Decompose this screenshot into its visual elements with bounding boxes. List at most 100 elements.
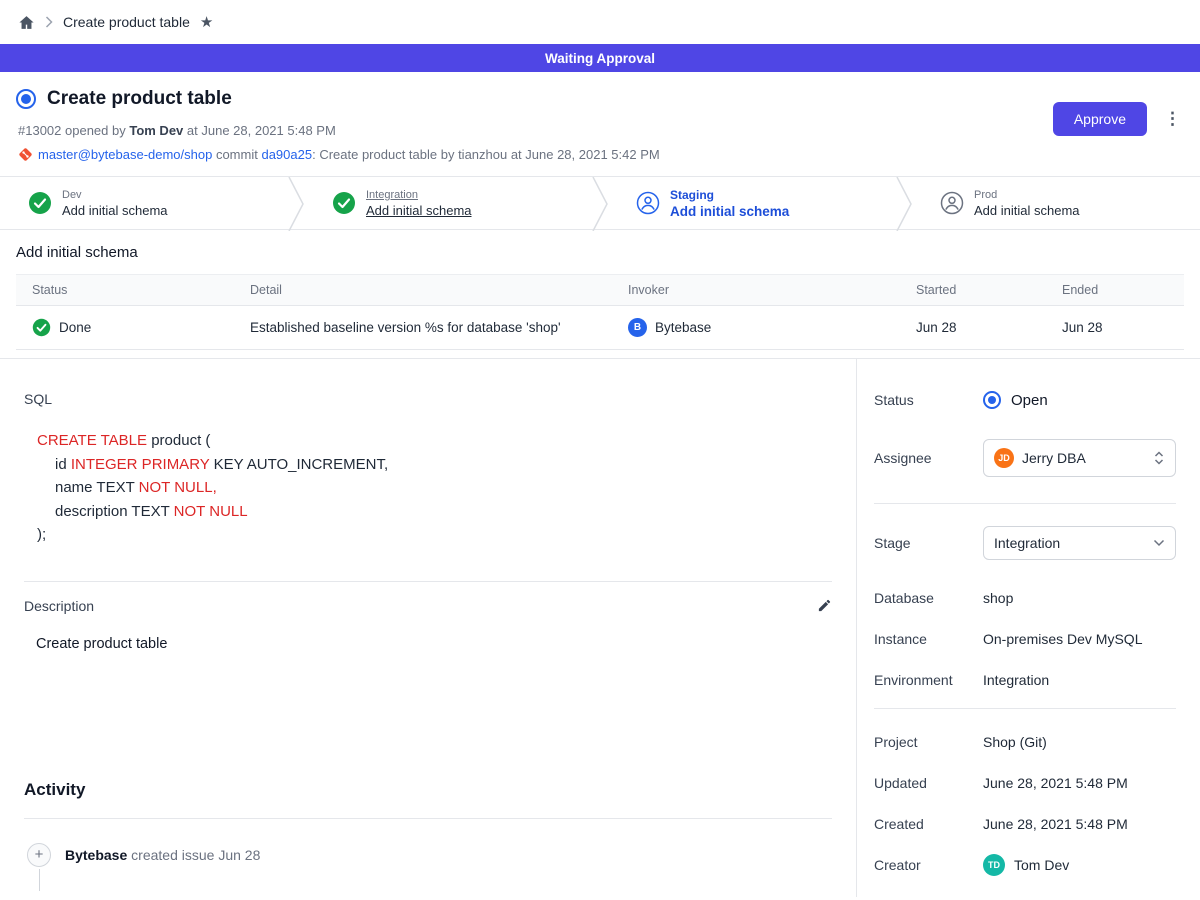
task-detail: Established baseline version %s for data… [234, 306, 612, 350]
issue-author: Tom Dev [129, 123, 183, 138]
project-label: Project [874, 734, 983, 750]
creator-avatar: TD [983, 854, 1005, 876]
description-text: Create product table [36, 636, 832, 652]
activity-timeline [39, 869, 40, 891]
activity-actor: Bytebase [65, 847, 127, 863]
breadcrumb-chevron-icon [45, 16, 53, 28]
status-open-icon [983, 391, 1001, 409]
issue-body: SQL CREATE TABLE product ( id INTEGER PR… [0, 358, 1200, 897]
updated-value: June 28, 2021 5:48 PM [983, 775, 1128, 791]
stage-separator-icon [896, 177, 912, 231]
assignee-avatar: JD [994, 448, 1014, 468]
activity-plus-icon: + [27, 843, 51, 867]
column-header-status: Status [16, 275, 234, 306]
divider [24, 818, 832, 819]
issue-datetime: June 28, 2021 5:48 PM [201, 123, 335, 138]
task-status: Done [59, 320, 91, 335]
issue-title: Create product table [47, 88, 232, 110]
breadcrumb: Create product table ★ [0, 0, 1200, 44]
instance-value: On-premises Dev MySQL [983, 631, 1142, 647]
updown-chevron-icon [1153, 450, 1165, 466]
task-started: Jun 28 [900, 306, 1046, 350]
issue-header: Create product table #13002 opened by To… [0, 72, 1200, 176]
issue-meta: #13002 opened by Tom Dev at June 28, 202… [18, 123, 660, 138]
assignee-select[interactable]: JD Jerry DBA [983, 439, 1176, 477]
stage-separator-icon [288, 177, 304, 231]
commit-hash-link[interactable]: da90a25 [261, 147, 312, 162]
task-row[interactable]: Done Established baseline version %s for… [16, 306, 1184, 350]
git-icon [18, 147, 33, 162]
person-circle-icon [940, 191, 964, 215]
stage-task-label: Add initial schema [974, 203, 1080, 218]
stage-env-label: Integration [366, 189, 472, 201]
created-value: June 28, 2021 5:48 PM [983, 816, 1128, 832]
invoker-avatar: B [628, 318, 647, 337]
sql-code-block: CREATE TABLE product ( id INTEGER PRIMAR… [37, 429, 832, 547]
status-value: Open [983, 391, 1048, 409]
pipeline-bar: DevAdd initial schema IntegrationAdd ini… [0, 176, 1200, 230]
task-section-title: Add initial schema [16, 244, 1184, 261]
divider [24, 581, 832, 582]
commit-branch-link[interactable]: master@bytebase-demo/shop [38, 147, 212, 162]
pipeline-stage-integration[interactable]: IntegrationAdd initial schema [304, 177, 592, 229]
home-icon[interactable] [18, 14, 35, 31]
edit-description-icon[interactable] [817, 598, 832, 613]
task-invoker: Bytebase [655, 320, 711, 335]
divider [874, 503, 1176, 504]
project-value: Shop (Git) [983, 734, 1047, 750]
database-value: shop [983, 590, 1013, 606]
stage-task-label: Add initial schema [670, 204, 789, 219]
column-header-detail: Detail [234, 275, 612, 306]
activity-heading: Activity [24, 780, 832, 800]
favorite-star-icon[interactable]: ★ [200, 15, 213, 30]
column-header-ended: Ended [1046, 275, 1184, 306]
approve-button[interactable]: Approve [1053, 102, 1147, 136]
approval-banner: Waiting Approval [0, 44, 1200, 72]
task-section: Add initial schema Status Detail Invoker… [0, 230, 1200, 350]
check-circle-icon [28, 191, 52, 215]
issue-header-left: Create product table #13002 opened by To… [16, 88, 660, 162]
stage-env-label: Staging [670, 188, 789, 202]
task-ended: Jun 28 [1046, 306, 1184, 350]
issue-main-panel: SQL CREATE TABLE product ( id INTEGER PR… [0, 359, 856, 897]
issue-id: #13002 [18, 123, 61, 138]
breadcrumb-page-title[interactable]: Create product table [63, 14, 190, 30]
task-table: Status Detail Invoker Started Ended Done… [16, 274, 1184, 350]
description-label: Description [24, 598, 94, 614]
task-table-header-row: Status Detail Invoker Started Ended [16, 275, 1184, 306]
divider [874, 708, 1176, 709]
column-header-invoker: Invoker [612, 275, 900, 306]
pipeline-stage-dev[interactable]: Dev Add initial schema [0, 177, 288, 229]
commit-message: : Create product table by tianzhou at Ju… [312, 147, 660, 162]
check-circle-icon [332, 191, 356, 215]
instance-label: Instance [874, 631, 983, 647]
stage-task-label: Add initial schema [62, 203, 168, 218]
issue-open-status-icon [16, 89, 36, 109]
database-label: Database [874, 590, 983, 606]
pipeline-stage-staging[interactable]: Staging Add initial schema [608, 177, 896, 229]
issue-header-actions: Approve ⋮ [1053, 102, 1184, 136]
activity-action: created issue [127, 847, 218, 863]
stage-env-label: Dev [62, 189, 168, 201]
pipeline-stage-prod[interactable]: Prod Add initial schema [912, 177, 1200, 229]
updated-label: Updated [874, 775, 983, 791]
assignee-label: Assignee [874, 450, 983, 466]
chevron-down-icon [1153, 539, 1165, 547]
stage-select[interactable]: Integration [983, 526, 1176, 560]
environment-value: Integration [983, 672, 1049, 688]
creator-label: Creator [874, 857, 983, 873]
stage-label: Stage [874, 535, 983, 551]
stage-separator-icon [592, 177, 608, 231]
approval-banner-text: Waiting Approval [545, 51, 655, 66]
sql-section-label: SQL [24, 391, 832, 407]
stage-env-label: Prod [974, 189, 1080, 201]
person-circle-icon [636, 191, 660, 215]
assignee-value: Jerry DBA [1022, 450, 1145, 466]
more-actions-icon[interactable]: ⋮ [1161, 109, 1184, 129]
activity-item: + Bytebase created issue Jun 28 [24, 843, 832, 867]
check-circle-icon [32, 318, 51, 337]
environment-label: Environment [874, 672, 983, 688]
issue-sidebar: Status Open Assignee JD Jerry DBA Stage … [856, 359, 1200, 897]
creator-value: TD Tom Dev [983, 854, 1069, 876]
stage-value: Integration [994, 535, 1145, 551]
